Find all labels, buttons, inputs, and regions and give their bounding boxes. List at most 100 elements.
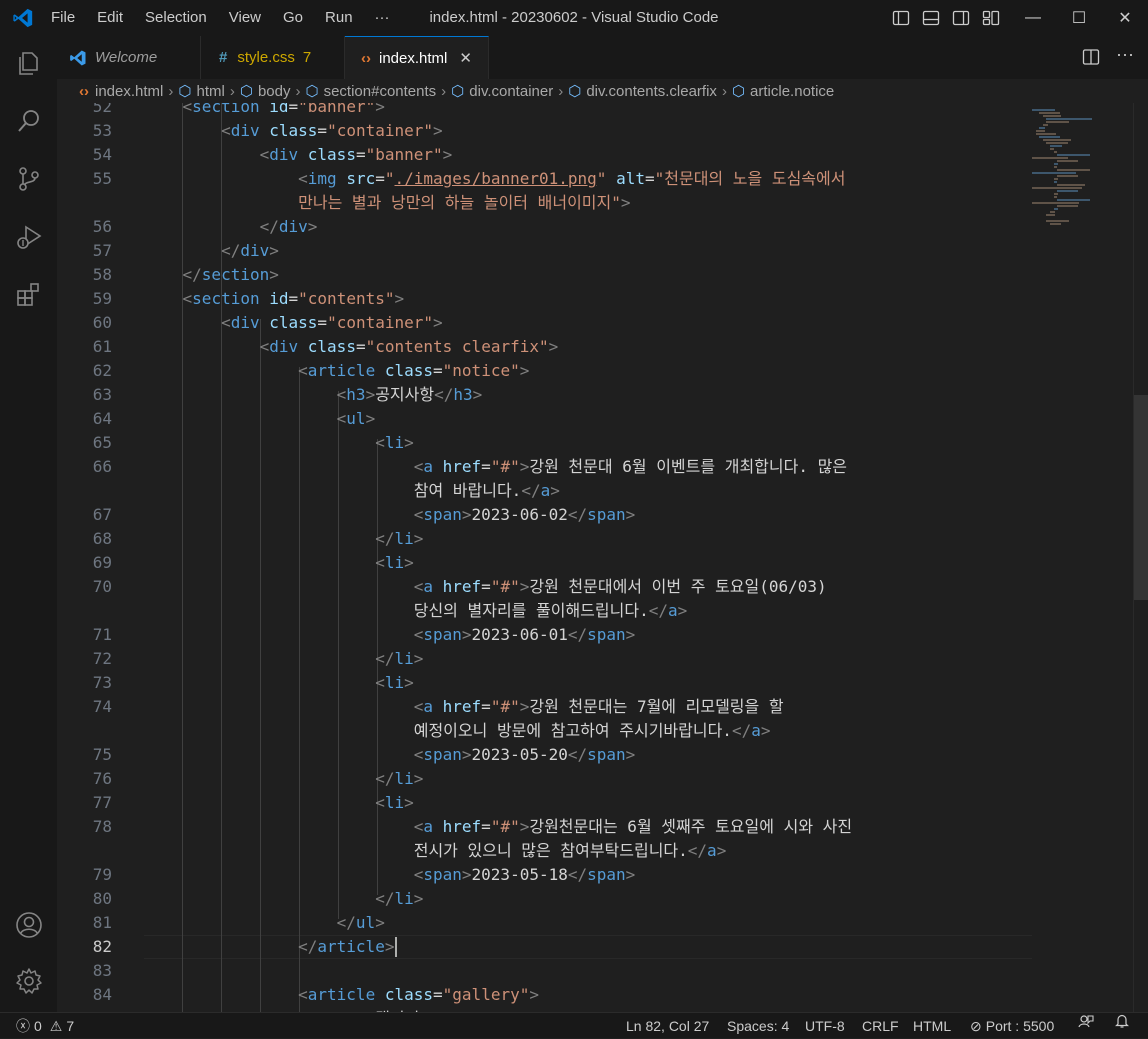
tab-index-html[interactable]: ‹› index.html ✕: [345, 36, 489, 79]
breadcrumb-item-article[interactable]: ⬡ article.notice: [732, 82, 834, 101]
cursor-position[interactable]: Ln 82, Col 27: [626, 1013, 709, 1039]
minimap-line: [1032, 172, 1077, 174]
line-ending[interactable]: CRLF: [862, 1013, 899, 1039]
code-line: <li>: [375, 433, 414, 452]
more-actions-icon[interactable]: ···: [1116, 44, 1134, 65]
line-number: 54: [92, 145, 112, 164]
encoding[interactable]: UTF-8: [805, 1013, 845, 1039]
vscode-icon: [70, 50, 86, 65]
layout-controls: [892, 9, 1000, 27]
code-line: <div class="contents clearfix">: [259, 337, 559, 356]
line-number: 71: [92, 625, 112, 644]
menu-run[interactable]: Run: [314, 0, 364, 36]
minimize-button[interactable]: —: [1010, 0, 1056, 36]
symbol-cube-icon: ⬡: [178, 83, 192, 100]
breadcrumb-item-section[interactable]: ⬡ section#contents: [305, 82, 436, 101]
code-editor[interactable]: 52 53 54 55 56 57 58 59 60 61 62 63 64 65 66 67 68 69 70 71…: [57, 103, 1148, 1012]
minimap-line: [1046, 121, 1069, 123]
line-number: 55: [92, 169, 112, 188]
code-line: <span>2023-06-01</span>: [413, 625, 636, 644]
search-icon[interactable]: [14, 106, 44, 136]
menu-go[interactable]: Go: [272, 0, 314, 36]
code-area[interactable]: <section id="banner"> <div class="contai…: [144, 103, 1044, 1012]
menu-more[interactable]: ···: [364, 0, 401, 36]
toggle-secondary-sidebar-icon[interactable]: [952, 9, 970, 27]
code-line: <section id="contents">: [182, 289, 405, 308]
vertical-scrollbar[interactable]: [1133, 103, 1148, 1012]
toggle-primary-sidebar-icon[interactable]: [892, 9, 910, 27]
line-number: 78: [92, 817, 112, 836]
activity-bar: [0, 36, 57, 1012]
breadcrumb-item-file[interactable]: ‹› index.html: [79, 83, 163, 100]
no-entry-icon: ⊘: [970, 1018, 982, 1034]
code-line: <span>2023-06-02</span>: [413, 505, 636, 524]
minimap-line: [1057, 169, 1090, 171]
minimap[interactable]: [1032, 103, 1132, 1012]
explorer-icon[interactable]: [14, 48, 44, 78]
minimap-line: [1039, 127, 1045, 129]
code-line: <div class="container">: [221, 313, 443, 332]
code-line: </li>: [375, 889, 424, 908]
indentation[interactable]: Spaces: 4: [727, 1013, 789, 1039]
problems-indicator[interactable]: ⓧ 0 ⚠ 7: [16, 1013, 74, 1039]
run-and-debug-icon[interactable]: [14, 222, 44, 252]
close-window-button[interactable]: ✕: [1102, 0, 1148, 36]
live-server-port[interactable]: ⊘ Port : 5500: [970, 1013, 1054, 1039]
line-number: 76: [92, 769, 112, 788]
scrollbar-thumb[interactable]: [1134, 395, 1148, 600]
toggle-panel-icon[interactable]: [922, 9, 940, 27]
minimap-line: [1057, 199, 1090, 201]
minimap-line: [1032, 109, 1055, 111]
close-tab-icon[interactable]: ✕: [459, 49, 472, 67]
line-number: 84: [92, 985, 112, 1004]
code-line: </div>: [221, 241, 279, 260]
code-line: </section>: [182, 265, 279, 284]
language-mode[interactable]: HTML: [913, 1013, 951, 1039]
settings-gear-icon[interactable]: [14, 966, 44, 996]
code-line: <div class="container">: [221, 121, 443, 140]
code-line: 만나는 별과 낭만의 하늘 놀이터 배너이미지">: [298, 193, 631, 212]
line-number: 81: [92, 913, 112, 932]
line-number: 62: [92, 361, 112, 380]
source-control-icon[interactable]: [14, 164, 44, 194]
tab-style-css[interactable]: # style.css 7: [201, 36, 345, 79]
minimap-line: [1053, 151, 1058, 153]
menu-file[interactable]: File: [40, 0, 86, 36]
title-bar: File Edit Selection View Go Run ··· inde…: [0, 0, 1148, 36]
minimap-line: [1053, 181, 1058, 183]
minimap-line: [1035, 130, 1045, 132]
line-number: 73: [92, 673, 112, 692]
feedback-icon[interactable]: [1078, 1013, 1094, 1029]
maximize-button[interactable]: ☐: [1056, 0, 1102, 36]
notifications-bell-icon[interactable]: [1114, 1013, 1130, 1029]
line-number: 66: [92, 457, 112, 476]
minimap-line: [1050, 148, 1054, 150]
minimap-line: [1053, 166, 1058, 168]
minimap-line: [1039, 112, 1060, 114]
breadcrumb-item-html[interactable]: ⬡ html: [178, 82, 224, 101]
menu-edit[interactable]: Edit: [86, 0, 134, 36]
breadcrumb-item-body[interactable]: ⬡ body: [240, 82, 291, 101]
code-line: </article>: [298, 937, 395, 956]
extensions-icon[interactable]: [14, 280, 44, 310]
menu-view[interactable]: View: [218, 0, 272, 36]
line-number: 79: [92, 865, 112, 884]
minimap-line: [1046, 214, 1056, 216]
minimap-line: [1050, 211, 1055, 213]
breadcrumb-item-contents[interactable]: ⬡ div.contents.clearfix: [568, 82, 717, 101]
breadcrumb-item-container[interactable]: ⬡ div.container: [451, 82, 553, 101]
line-number: 82: [92, 937, 112, 956]
minimap-line: [1053, 178, 1059, 180]
line-number: 65: [92, 433, 112, 452]
menu-bar: File Edit Selection View Go Run ···: [40, 0, 401, 36]
minimap-line: [1050, 145, 1062, 147]
tab-welcome[interactable]: Welcome: [57, 36, 201, 79]
split-editor-icon[interactable]: [1082, 48, 1100, 66]
tab-label: style.css: [237, 49, 295, 66]
menu-selection[interactable]: Selection: [134, 0, 218, 36]
warning-icon: ⚠: [49, 1018, 63, 1034]
customize-layout-icon[interactable]: [982, 9, 1000, 27]
code-line: </li>: [375, 649, 424, 668]
code-line: <section id="banner">: [144, 103, 385, 116]
account-icon[interactable]: [14, 910, 44, 940]
